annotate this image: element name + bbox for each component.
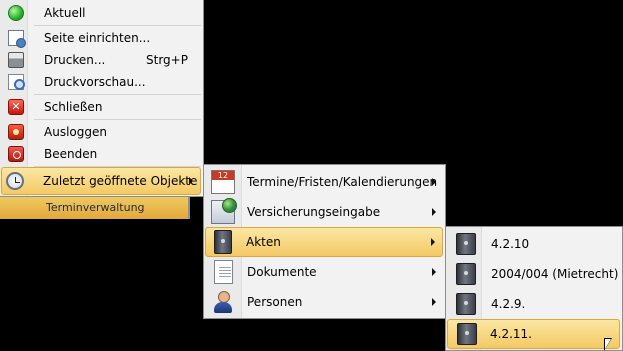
status-strip-label: Terminverwaltung xyxy=(46,201,145,214)
binder-icon xyxy=(456,233,476,255)
menu-item-versicherungseingabe[interactable]: Versicherungseingabe xyxy=(206,197,443,227)
power-icon xyxy=(8,146,24,162)
menu-item-drucken[interactable]: Drucken... Strg+P xyxy=(2,49,201,71)
logout-icon xyxy=(8,124,24,140)
menu-item-label: Personen xyxy=(247,295,303,309)
menu-item-schliessen[interactable]: ✕ Schließen xyxy=(2,96,201,118)
person-icon xyxy=(211,290,235,314)
menu-item-beenden[interactable]: Beenden xyxy=(2,143,201,165)
binder-icon xyxy=(214,230,232,254)
printer-icon xyxy=(8,52,24,68)
menu-item-label: Drucken... xyxy=(44,53,106,67)
menu-item-label: Versicherungseingabe xyxy=(247,205,381,219)
menu-item-label: 4.2.10 xyxy=(491,237,530,251)
menu-item-shortcut: Strg+P xyxy=(146,53,188,67)
green-circle-icon xyxy=(8,5,24,21)
binder-icon xyxy=(456,293,476,315)
menu-item-akten[interactable]: Akten xyxy=(205,227,443,257)
close-icon: ✕ xyxy=(8,99,24,115)
menu-item-akte[interactable]: 4.2.10 xyxy=(448,229,620,259)
mail-globe-icon xyxy=(211,198,237,224)
menu-item-label: Akten xyxy=(246,235,281,249)
menu-item-druckvorschau[interactable]: Druckvorschau... xyxy=(2,71,201,93)
calendar-icon xyxy=(211,170,235,194)
menu-item-dokumente[interactable]: Dokumente xyxy=(206,257,443,287)
submenu-arrow-icon xyxy=(432,298,436,306)
menu-item-label: Schließen xyxy=(44,100,103,114)
menu-item-label: Ausloggen xyxy=(44,125,107,139)
menu-item-personen[interactable]: Personen xyxy=(206,287,443,317)
menu-separator xyxy=(34,25,201,26)
menu-separator xyxy=(34,94,201,95)
menu-item-label: Dokumente xyxy=(247,265,317,279)
menu-item-label: 2004/004 (Mietrecht) xyxy=(491,267,619,281)
menu-item-akte[interactable]: 2004/004 (Mietrecht) xyxy=(448,259,620,289)
submenu-arrow-icon xyxy=(189,177,193,185)
submenu-arrow-icon xyxy=(431,238,435,246)
binder-icon xyxy=(457,323,477,345)
submenu-arrow-icon xyxy=(432,208,436,216)
menu-separator xyxy=(34,119,201,120)
page-setup-icon xyxy=(8,30,26,48)
clock-icon xyxy=(6,172,24,190)
menu-item-akte[interactable]: 4.2.9. xyxy=(448,289,620,319)
menu-item-termine[interactable]: Termine/Fristen/Kalendierungen xyxy=(206,167,443,197)
menu-item-label: Beenden xyxy=(44,147,98,161)
status-strip: Terminverwaltung xyxy=(0,197,190,219)
menu-item-aktuell[interactable]: Aktuell xyxy=(2,2,201,24)
menu-item-akte[interactable]: 4.2.11. xyxy=(447,319,620,349)
mouse-cursor-fill xyxy=(605,339,611,349)
menu-item-label: Termine/Fristen/Kalendierungen xyxy=(247,175,438,189)
document-icon xyxy=(214,260,233,284)
menu-item-label: Seite einrichten... xyxy=(44,31,151,45)
menu-item-seite-einrichten[interactable]: Seite einrichten... xyxy=(2,27,201,49)
menu-item-label: 4.2.11. xyxy=(490,327,532,341)
menu-item-label: 4.2.9. xyxy=(491,297,526,311)
menu-item-zuletzt-geoeffnete-objekte[interactable]: Zuletzt geöffnete Objekte xyxy=(1,167,201,195)
menu-item-label: Aktuell xyxy=(44,6,86,20)
submenu-arrow-icon xyxy=(432,268,436,276)
menu-item-ausloggen[interactable]: Ausloggen xyxy=(2,121,201,143)
print-preview-icon xyxy=(8,74,25,90)
menu-item-label: Zuletzt geöffnete Objekte xyxy=(43,174,198,188)
menu-item-label: Druckvorschau... xyxy=(44,75,146,89)
recent-objects-menu: Termine/Fristen/Kalendierungen Versicher… xyxy=(203,164,446,319)
submenu-arrow-icon xyxy=(432,178,436,186)
main-menu: Aktuell Seite einrichten... Drucken... S… xyxy=(0,0,204,197)
akten-menu: 4.2.10 2004/004 (Mietrecht) 4.2.9. 4.2.1… xyxy=(445,226,623,351)
binder-icon xyxy=(456,263,476,285)
